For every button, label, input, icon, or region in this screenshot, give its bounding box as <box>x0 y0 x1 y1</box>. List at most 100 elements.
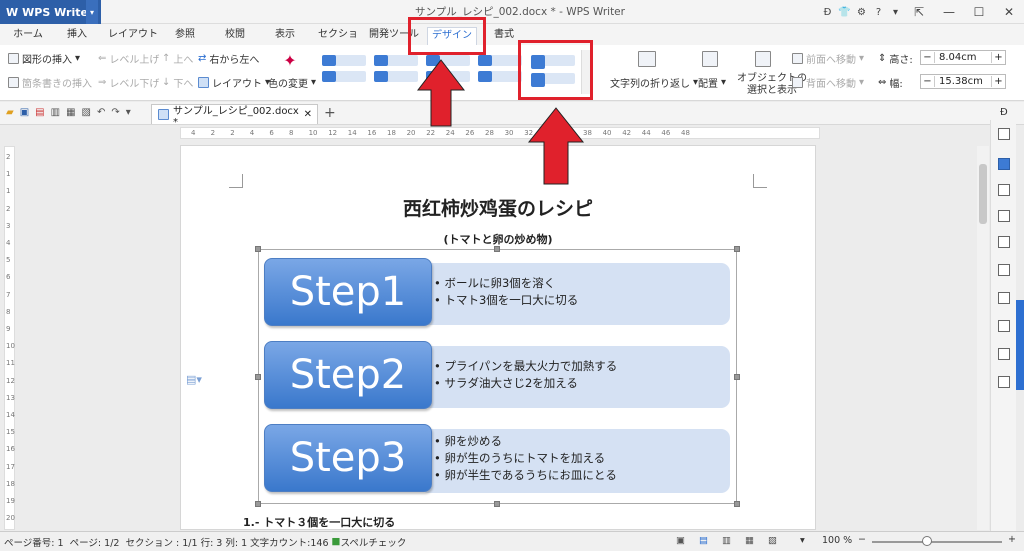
app-menu-button[interactable]: W WPS Writer ▾ <box>0 0 101 24</box>
tab-layout[interactable]: レイアウト <box>108 27 158 45</box>
tab-home[interactable]: ホーム <box>10 27 46 45</box>
panel-toggle[interactable] <box>1016 300 1024 390</box>
spellcheck-status-icon[interactable]: ■ <box>332 536 341 547</box>
zoom-slider[interactable] <box>872 541 1002 543</box>
document-panel-icon[interactable] <box>998 158 1010 170</box>
step3-text[interactable]: • 卵を炒める • 卵が生のうちにトマトを加える • 卵が半生であるうちにお皿に… <box>420 429 730 493</box>
zoom-menu-icon[interactable]: ▾ <box>800 535 805 546</box>
ruler-tick-label: 30 <box>504 129 514 137</box>
reading-mode-icon[interactable]: ▧ <box>768 535 777 546</box>
move-down-button[interactable]: ↓ 下へ <box>162 75 193 90</box>
zoom-level[interactable]: 100 % <box>822 535 852 546</box>
step1-text[interactable]: • ボールに卵3個を溶く • トマト3個を一口大に切る <box>420 263 730 325</box>
vertical-ruler[interactable]: 2 1 1 2 3 4 5 6 7 8 9 10 11 12 13 14 15 16 17 18 19 20 <box>4 146 15 530</box>
skin-icon[interactable]: Ð <box>819 7 836 18</box>
zoom-in-button[interactable]: + <box>1008 534 1016 545</box>
resize-handle[interactable] <box>494 246 500 252</box>
smartart-style-2[interactable] <box>372 51 420 91</box>
wrap-text-button[interactable]: 文字列の折り返し ▾ <box>610 75 698 90</box>
close-button[interactable]: ✕ <box>994 5 1024 19</box>
step2-text[interactable]: • プライパンを最大火力で加熱する • サラダ油大さじ2を加える <box>420 346 730 408</box>
resize-handle[interactable] <box>734 246 740 252</box>
resize-handle[interactable] <box>255 501 261 507</box>
page-icon[interactable] <box>998 264 1010 276</box>
decrement-button[interactable]: − <box>921 76 935 87</box>
step2-box[interactable]: Step2 <box>264 341 432 409</box>
chevron-down-icon[interactable]: ▾ <box>887 7 904 18</box>
height-stepper[interactable]: −8.04cm + <box>920 50 1006 65</box>
scroll-thumb[interactable] <box>979 164 987 224</box>
focus-mode-icon[interactable]: ▣ <box>676 535 685 546</box>
level-down-button[interactable]: ⇒ レベル下げ <box>98 75 159 90</box>
width-stepper[interactable]: −15.38cm + <box>920 74 1006 89</box>
tab-references[interactable]: 参照 <box>170 27 200 45</box>
right-to-left-button[interactable]: ⇄ 右から左へ <box>198 51 259 66</box>
web-layout-icon[interactable]: ▦ <box>745 535 754 546</box>
close-tab-icon[interactable]: ✕ <box>304 109 312 120</box>
bring-forward-button[interactable]: 前面へ移動 ▾ <box>792 51 864 66</box>
shapes-icon[interactable] <box>998 236 1010 248</box>
increment-button[interactable]: + <box>991 52 1005 63</box>
layout-icon <box>198 77 209 88</box>
increment-button[interactable]: + <box>991 76 1005 87</box>
resize-handle[interactable] <box>255 374 261 380</box>
chevron-down-icon[interactable]: ▾ <box>86 0 98 24</box>
backup-icon[interactable] <box>998 320 1010 332</box>
image-icon[interactable] <box>998 348 1010 360</box>
help-icon[interactable]: ? <box>870 7 887 18</box>
new-tab-button[interactable]: + <box>324 105 336 121</box>
save-icon[interactable]: ▣ <box>20 107 29 118</box>
step1-box[interactable]: Step1 <box>264 258 432 326</box>
preview-icon[interactable]: ▦ <box>66 107 75 118</box>
resize-handle[interactable] <box>494 501 500 507</box>
format-icon[interactable] <box>998 184 1010 196</box>
shirt-icon[interactable]: 👕 <box>836 7 853 18</box>
width-input[interactable]: 15.38cm <box>935 76 991 87</box>
resize-handle[interactable] <box>734 501 740 507</box>
smartart-style-4[interactable] <box>476 51 524 91</box>
redo-icon[interactable]: ↷ <box>111 107 119 118</box>
insert-bullet-button[interactable]: 箇条書きの挿入 <box>8 75 92 90</box>
step3-box[interactable]: Step3 <box>264 424 432 492</box>
resize-handle[interactable] <box>255 246 261 252</box>
chevron-down-icon[interactable]: ▾ <box>126 107 131 118</box>
decrement-button[interactable]: − <box>921 52 935 63</box>
tab-section[interactable]: セクション <box>318 27 358 56</box>
print-layout-icon[interactable]: ▤ <box>699 535 708 546</box>
open-icon[interactable]: ▰ <box>6 107 14 118</box>
layout-button[interactable]: レイアウト ▾ <box>198 75 270 90</box>
horizontal-ruler[interactable]: 4224681012141618202224262830323436384042… <box>180 127 820 139</box>
zoom-slider-thumb[interactable] <box>922 536 932 546</box>
vertical-scrollbar[interactable] <box>977 146 989 530</box>
spellcheck-icon[interactable]: ▧ <box>82 107 91 118</box>
outline-view-icon[interactable]: ▥ <box>722 535 731 546</box>
level-up-button[interactable]: ⇐ レベル上げ <box>98 51 159 66</box>
select-icon[interactable] <box>998 210 1010 222</box>
maximize-button[interactable]: ☐ <box>964 5 994 19</box>
change-color-button[interactable]: 色の変更 ▾ <box>268 75 316 90</box>
style-icon[interactable] <box>998 128 1010 140</box>
tab-view[interactable]: 表示 <box>270 27 300 45</box>
print-icon[interactable]: ▥ <box>51 107 60 118</box>
ribbon-toggle-icon[interactable]: ⇱ <box>904 5 934 19</box>
table-icon[interactable] <box>998 292 1010 304</box>
list-icon[interactable] <box>998 376 1010 388</box>
status-spell-check[interactable]: スペルチェック <box>341 535 407 549</box>
smartart-style-1[interactable] <box>320 51 368 91</box>
tab-review[interactable]: 校閲 <box>220 27 250 45</box>
doc-menu-icon[interactable]: Ð <box>1000 107 1008 118</box>
height-input[interactable]: 8.04cm <box>935 52 991 63</box>
minimize-button[interactable]: — <box>934 5 964 19</box>
insert-shape-button[interactable]: 図形の挿入 ▾ <box>8 51 80 66</box>
tab-insert[interactable]: 挿入 <box>62 27 92 45</box>
paragraph-marker-icon[interactable]: ▤▾ <box>186 373 202 386</box>
settings-icon[interactable]: ⚙ <box>853 7 870 18</box>
resize-handle[interactable] <box>734 374 740 380</box>
undo-icon[interactable]: ↶ <box>97 107 105 118</box>
move-up-button[interactable]: ↑ 上へ <box>162 51 193 66</box>
send-backward-button[interactable]: 背面へ移動 ▾ <box>792 75 864 90</box>
pdf-icon[interactable]: ▤ <box>35 107 44 118</box>
zoom-out-button[interactable]: − <box>858 534 866 545</box>
document-tab[interactable]: サンプル_レシピ_002.docx * ✕ <box>151 104 318 128</box>
arrange-button[interactable]: 配置 ▾ <box>698 75 726 90</box>
